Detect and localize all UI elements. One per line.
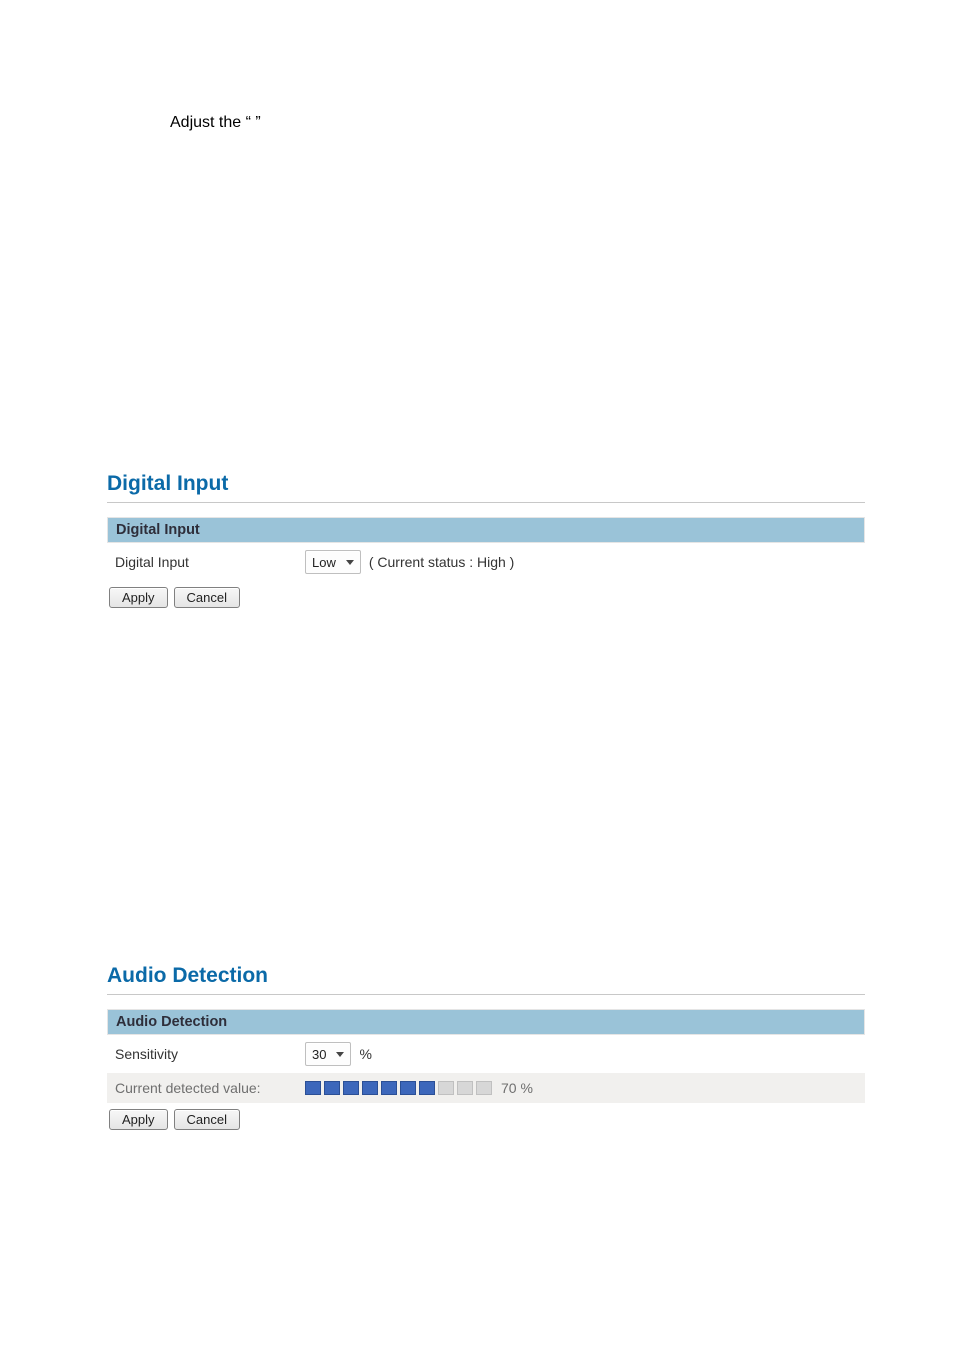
divider [107,502,865,503]
detected-label: Current detected value: [115,1080,305,1096]
digital-input-status: ( Current status : High ) [369,554,515,570]
digital-input-select-value: Low [312,555,336,570]
bar-segment [476,1081,492,1095]
detected-row: Current detected value: 70 % [107,1073,865,1103]
apply-button[interactable]: Apply [109,1109,168,1130]
audio-detection-band: Audio Detection [107,1009,865,1035]
digital-input-buttons: Apply Cancel [107,581,865,614]
page-intro-text: Adjust the “ ” [170,114,261,132]
sensitivity-unit: % [359,1046,371,1062]
bar-segment [457,1081,473,1095]
audio-detection-title: Audio Detection [107,964,865,988]
sensitivity-select-value: 30 [312,1047,326,1062]
digital-input-row: Digital Input Low ( Current status : Hig… [107,543,865,581]
cancel-button[interactable]: Cancel [174,1109,240,1130]
bar-segment [419,1081,435,1095]
bar-segment [343,1081,359,1095]
divider [107,994,865,995]
audio-detection-panel: Audio Detection Audio Detection Sensitiv… [107,964,865,1136]
digital-input-select[interactable]: Low [305,550,361,574]
detected-value-text: 70 % [501,1080,533,1096]
bar-segment [305,1081,321,1095]
audio-detection-buttons: Apply Cancel [107,1103,865,1136]
cancel-button[interactable]: Cancel [174,587,240,608]
digital-input-panel: Digital Input Digital Input Digital Inpu… [107,472,865,614]
sensitivity-label: Sensitivity [115,1046,305,1062]
sensitivity-row: Sensitivity 30 % [107,1035,865,1073]
chevron-down-icon [336,1052,344,1057]
digital-input-label: Digital Input [115,554,305,570]
bar-segment [438,1081,454,1095]
bar-segment [362,1081,378,1095]
bar-segment [400,1081,416,1095]
apply-button[interactable]: Apply [109,587,168,608]
bar-segment [381,1081,397,1095]
chevron-down-icon [346,560,354,565]
digital-input-title: Digital Input [107,472,865,496]
detected-bar: 70 % [305,1080,533,1096]
bar-segment [324,1081,340,1095]
sensitivity-select[interactable]: 30 [305,1042,351,1066]
digital-input-band: Digital Input [107,517,865,543]
